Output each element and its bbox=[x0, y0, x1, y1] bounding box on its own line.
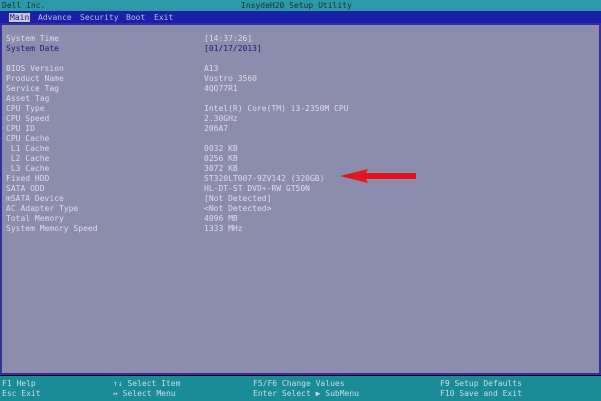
setting-row[interactable]: System Time [14:37:26] bbox=[6, 34, 426, 44]
setting-row: Service Tag 4QQ77R1 bbox=[6, 84, 426, 94]
footer-help: F1 Help Esc Exit ↑↓ Select Item ↔ Select… bbox=[0, 376, 601, 401]
setting-value[interactable]: [14:37:26] bbox=[204, 34, 252, 43]
help-esc: Esc Exit bbox=[2, 389, 41, 398]
setting-value: [Not Detected] bbox=[204, 194, 272, 203]
setting-row[interactable]: System Date [01/17/2013] bbox=[6, 44, 426, 54]
setting-value: Intel(R) Core(TM) i3-2350M CPU bbox=[204, 104, 349, 113]
menu-boot[interactable]: Boot bbox=[126, 13, 145, 22]
menu-main[interactable]: Main bbox=[9, 13, 31, 22]
setting-row: SATA ODD HL-DT-ST DVD+-RW GT50N bbox=[6, 184, 426, 194]
setting-label: Total Memory bbox=[6, 214, 64, 223]
setting-label: BIOS Version bbox=[6, 64, 64, 73]
setting-row: BIOS Version A13 bbox=[6, 64, 426, 74]
red-arrow-annotation bbox=[340, 169, 416, 183]
setting-row: Asset Tag bbox=[6, 94, 426, 104]
title-bar: Dell Inc. InsydeH20 Setup Utility bbox=[0, 0, 601, 11]
setting-row: System Memory Speed 1333 MHz bbox=[6, 224, 426, 234]
setting-row: CPU Speed 2.30GHz bbox=[6, 114, 426, 124]
setting-value: 4QQ77R1 bbox=[204, 84, 238, 93]
help-select-item: ↑↓ Select Item bbox=[113, 379, 181, 388]
setting-row: CPU Cache bbox=[6, 134, 426, 144]
setting-row: L1 Cache 0032 KB bbox=[6, 144, 426, 154]
setting-row: Total Memory 4096 MB bbox=[6, 214, 426, 224]
setting-label: CPU Cache bbox=[6, 134, 50, 143]
setting-label: CPU Type bbox=[6, 104, 45, 113]
setting-label: System Memory Speed bbox=[6, 224, 98, 233]
setting-label: System Date bbox=[6, 44, 59, 53]
setting-row: Product Name Vostro 3560 bbox=[6, 74, 426, 84]
setting-label: SATA ODD bbox=[6, 184, 45, 193]
setting-label: System Time bbox=[6, 34, 59, 43]
help-change-values: F5/F6 Change Values bbox=[253, 379, 345, 388]
setting-label: CPU Speed bbox=[6, 114, 50, 123]
setting-label: Product Name bbox=[6, 74, 64, 83]
setting-value: <Not Detected> bbox=[204, 204, 272, 213]
menu-security[interactable]: Security bbox=[80, 13, 119, 22]
setting-value: 206A7 bbox=[204, 124, 229, 133]
setting-row: CPU ID 206A7 bbox=[6, 124, 426, 134]
setting-value: 1333 MHz bbox=[204, 224, 243, 233]
setting-label: L2 Cache bbox=[6, 154, 50, 163]
setting-value: 0032 KB bbox=[204, 144, 238, 153]
setting-value: A13 bbox=[204, 64, 219, 73]
setting-label: L1 Cache bbox=[6, 144, 50, 153]
setting-label: CPU ID bbox=[6, 124, 35, 133]
setting-value: HL-DT-ST DVD+-RW GT50N bbox=[204, 184, 310, 193]
vendor-name: Dell Inc. bbox=[2, 1, 46, 10]
setting-row: AC Adapter Type <Not Detected> bbox=[6, 204, 426, 214]
setting-row: mSATA Device [Not Detected] bbox=[6, 194, 426, 204]
setting-label: Fixed HDD bbox=[6, 174, 50, 183]
menu-advance[interactable]: Advance bbox=[38, 13, 72, 22]
help-f9: F9 Setup Defaults bbox=[440, 379, 522, 388]
help-select-menu: ↔ Select Menu bbox=[113, 389, 176, 398]
setting-value: 4096 MB bbox=[204, 214, 238, 223]
setting-label: Asset Tag bbox=[6, 94, 50, 103]
setting-label: AC Adapter Type bbox=[6, 204, 79, 213]
setting-value: 3072 KB bbox=[204, 164, 238, 173]
help-f1: F1 Help bbox=[2, 379, 36, 388]
setting-value: ST320LT007-9ZV142 (320GB) bbox=[204, 174, 325, 183]
setting-row: CPU Type Intel(R) Core(TM) i3-2350M CPU bbox=[6, 104, 426, 114]
setting-value: Vostro 3560 bbox=[204, 74, 257, 83]
help-enter: Enter Select ▶ SubMenu bbox=[253, 389, 359, 398]
setting-value: 0256 KB bbox=[204, 154, 238, 163]
menu-exit[interactable]: Exit bbox=[154, 13, 173, 22]
setting-label: L3 Cache bbox=[6, 164, 50, 173]
setting-label: mSATA Device bbox=[6, 194, 64, 203]
help-f10: F10 Save and Exit bbox=[440, 389, 522, 398]
setting-value[interactable]: [01/17/2013] bbox=[204, 44, 262, 53]
menu-bar: Main Advance Security Boot Exit bbox=[0, 11, 601, 23]
main-panel: System Time [14:37:26] System Date [01/17/2… bbox=[0, 23, 601, 375]
setting-value: 2.30GHz bbox=[204, 114, 238, 123]
setting-label: Service Tag bbox=[6, 84, 59, 93]
setting-row: L2 Cache 0256 KB bbox=[6, 154, 426, 164]
utility-title: InsydeH20 Setup Utility bbox=[241, 1, 352, 10]
